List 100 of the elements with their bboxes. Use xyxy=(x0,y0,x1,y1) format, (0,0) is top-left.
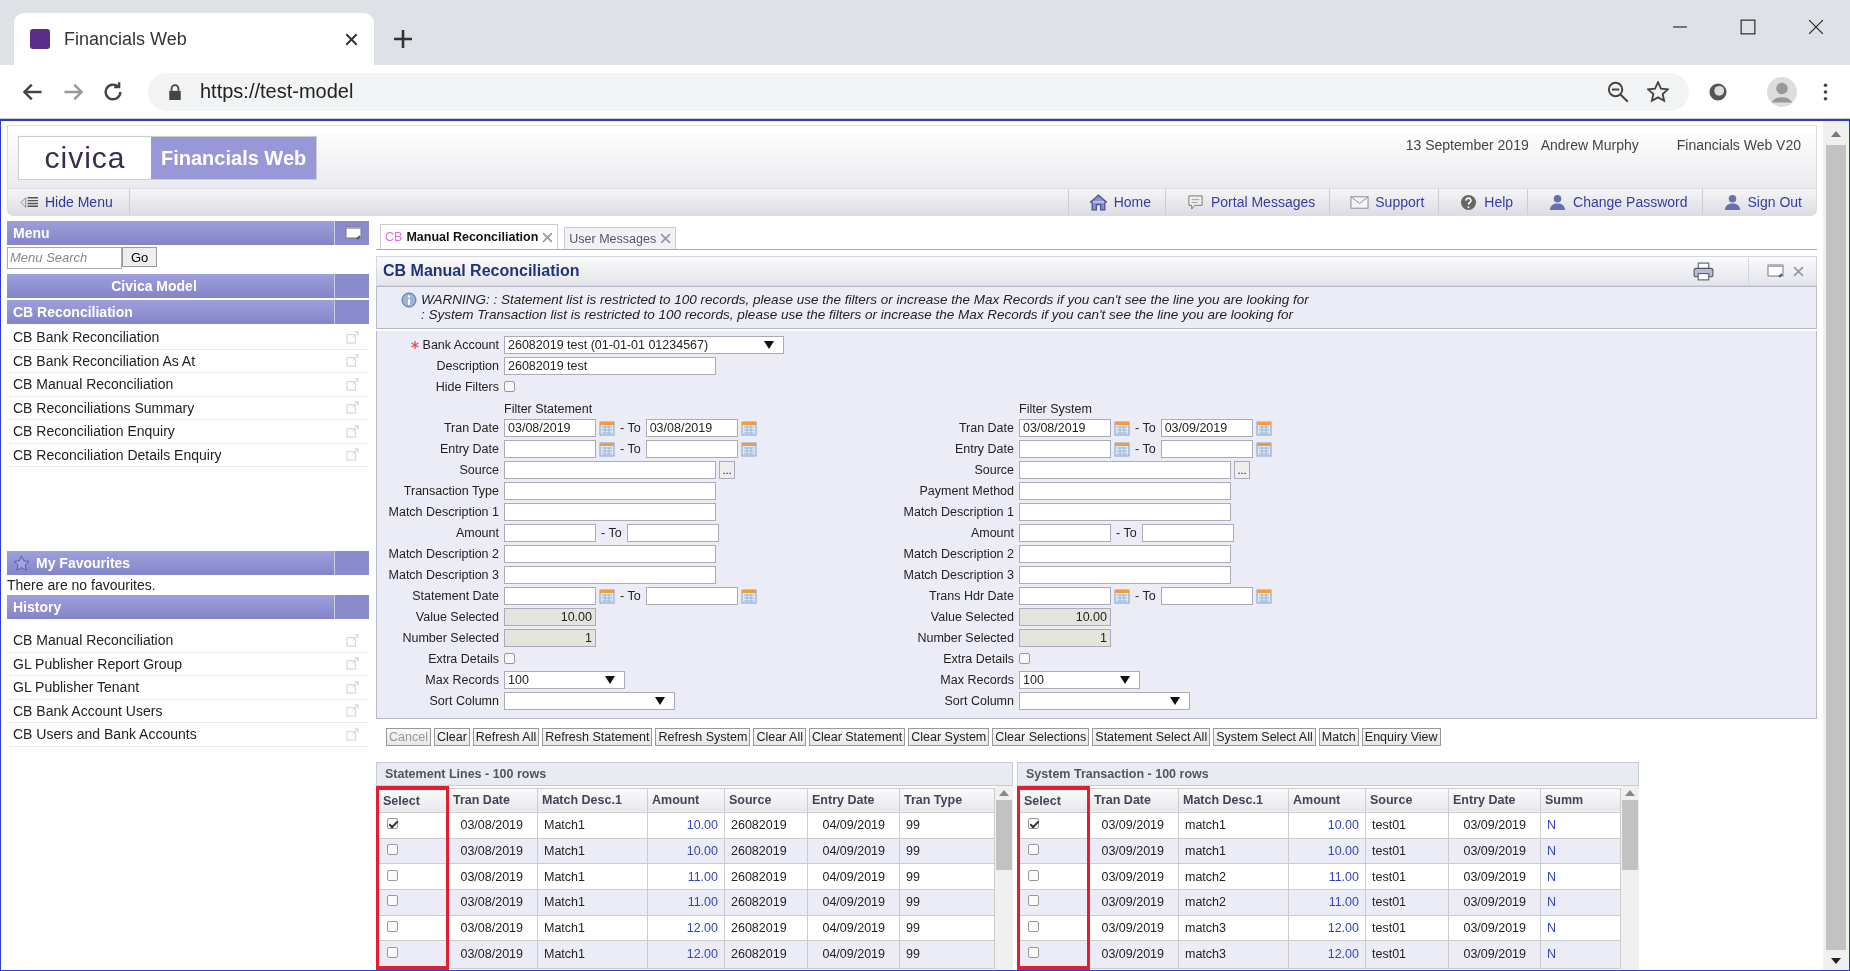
calendar-icon[interactable] xyxy=(1114,440,1130,457)
scrollbar[interactable] xyxy=(1823,121,1849,970)
hide-menu-button[interactable]: Hide Menu xyxy=(8,189,130,215)
go-button[interactable]: Go xyxy=(122,247,158,267)
calendar-icon[interactable] xyxy=(1255,419,1272,436)
row-checkbox[interactable] xyxy=(387,843,398,855)
checkbox[interactable] xyxy=(504,653,515,664)
lookup-button[interactable]: ... xyxy=(719,460,735,479)
row-checkbox[interactable] xyxy=(387,818,398,830)
row-checkbox[interactable] xyxy=(387,946,398,958)
menu-item[interactable]: CB Bank Reconciliation xyxy=(13,329,160,346)
action-button[interactable]: Match xyxy=(1318,728,1359,746)
action-button[interactable]: Refresh System xyxy=(655,728,751,746)
column-header[interactable]: Entry Date xyxy=(807,788,900,813)
action-button[interactable]: Clear Selections xyxy=(992,728,1090,746)
column-header[interactable]: Source xyxy=(1365,788,1449,813)
action-button[interactable]: Clear System xyxy=(908,728,990,746)
input-field[interactable] xyxy=(645,439,738,458)
address-bar[interactable]: https://test-model xyxy=(148,72,1689,111)
menu-item[interactable]: CB Reconciliations Summary xyxy=(13,399,195,416)
calendar-icon[interactable] xyxy=(1255,587,1272,604)
action-button[interactable]: Clear All xyxy=(753,728,806,746)
input-field[interactable] xyxy=(504,502,716,521)
input-field[interactable] xyxy=(504,523,596,542)
column-header[interactable]: Match Desc.1 xyxy=(1178,788,1289,813)
reload-icon[interactable] xyxy=(102,80,124,103)
external-link-icon[interactable] xyxy=(346,727,359,741)
column-header[interactable]: Summ xyxy=(1540,788,1621,813)
action-button[interactable]: Statement Select All xyxy=(1092,728,1211,746)
row-checkbox[interactable] xyxy=(1028,946,1039,958)
external-link-icon[interactable] xyxy=(346,354,359,368)
input-field[interactable] xyxy=(645,586,738,605)
search-field[interactable]: Menu Search xyxy=(7,247,122,269)
history-item[interactable]: GL Publisher Report Group xyxy=(13,655,183,672)
input-field[interactable] xyxy=(504,586,596,605)
input-field[interactable] xyxy=(1160,439,1253,458)
column-header[interactable]: Tran Date xyxy=(1088,788,1179,813)
menu-item[interactable]: CB Bank Reconciliation As At xyxy=(13,352,196,369)
input-field[interactable] xyxy=(626,523,719,542)
column-header[interactable]: Amount xyxy=(1288,788,1366,813)
row-checkbox[interactable] xyxy=(387,895,398,907)
action-button[interactable]: Clear Statement xyxy=(808,728,906,746)
window-icon[interactable] xyxy=(1767,264,1785,278)
input-field[interactable] xyxy=(1160,586,1253,605)
column-header[interactable]: Entry Date xyxy=(1448,788,1541,813)
calendar-icon[interactable] xyxy=(599,440,615,457)
zoom-icon[interactable] xyxy=(1607,80,1629,103)
input-field[interactable] xyxy=(1019,586,1111,605)
calendar-icon[interactable] xyxy=(1114,419,1130,436)
row-checkbox[interactable] xyxy=(1028,869,1039,881)
menu-item[interactable]: CB Reconciliation Details Enquiry xyxy=(13,446,222,463)
external-link-icon[interactable] xyxy=(346,633,359,647)
input-field[interactable] xyxy=(1141,523,1234,542)
input-field[interactable]: 26082019 test xyxy=(504,356,716,375)
scrollbar[interactable] xyxy=(1621,786,1639,970)
history-item[interactable]: CB Manual Reconciliation xyxy=(13,632,174,649)
tab[interactable]: User Messages xyxy=(564,227,677,249)
external-link-icon[interactable] xyxy=(346,704,359,718)
nav-link[interactable]: Change Password xyxy=(1527,189,1702,215)
action-button[interactable]: System Select All xyxy=(1213,728,1316,746)
row-checkbox[interactable] xyxy=(387,869,398,881)
up-arrow-icon[interactable] xyxy=(999,790,1009,796)
nav-link[interactable]: Support xyxy=(1329,189,1439,215)
input-field[interactable] xyxy=(504,481,716,500)
external-link-icon[interactable] xyxy=(346,448,359,462)
calendar-icon[interactable] xyxy=(599,587,615,604)
external-link-icon[interactable] xyxy=(346,680,359,694)
history-item[interactable]: GL Publisher Tenant xyxy=(13,679,140,696)
input-field[interactable] xyxy=(1019,565,1231,584)
new-tab-icon[interactable] xyxy=(394,30,412,48)
close-icon[interactable] xyxy=(1808,19,1824,35)
external-link-icon[interactable] xyxy=(346,401,359,415)
calendar-icon[interactable] xyxy=(599,419,615,436)
external-link-icon[interactable] xyxy=(346,424,359,438)
input-field[interactable] xyxy=(1019,439,1111,458)
column-header[interactable]: Amount xyxy=(647,788,725,813)
tab[interactable]: CB Manual Reconciliation xyxy=(380,224,559,249)
nav-link[interactable]: Home xyxy=(1067,189,1165,215)
row-checkbox[interactable] xyxy=(1028,818,1039,830)
column-header[interactable]: Select xyxy=(1018,788,1089,813)
calendar-icon[interactable] xyxy=(1114,587,1130,604)
maximize-icon[interactable] xyxy=(1740,19,1756,35)
input-field[interactable] xyxy=(1019,544,1231,563)
history-item[interactable]: CB Bank Account Users xyxy=(13,702,163,719)
action-button[interactable]: Clear xyxy=(433,728,470,746)
nav-link[interactable]: Help xyxy=(1438,189,1528,215)
row-checkbox[interactable] xyxy=(1028,843,1039,855)
calendar-icon[interactable] xyxy=(1255,440,1272,457)
dropdown[interactable] xyxy=(1019,691,1190,710)
checkbox[interactable] xyxy=(1019,653,1030,664)
up-arrow-icon[interactable] xyxy=(1625,790,1635,796)
input-field[interactable]: 03/08/2019 xyxy=(645,418,738,437)
column-header[interactable]: Tran Type xyxy=(899,788,995,813)
input-field[interactable]: 03/08/2019 xyxy=(1019,418,1111,437)
menu-icon[interactable] xyxy=(1823,82,1828,101)
input-field[interactable] xyxy=(504,544,716,563)
input-field[interactable] xyxy=(504,460,716,479)
calendar-icon[interactable] xyxy=(740,587,757,604)
input-field[interactable] xyxy=(1019,523,1111,542)
input-field[interactable] xyxy=(504,565,716,584)
